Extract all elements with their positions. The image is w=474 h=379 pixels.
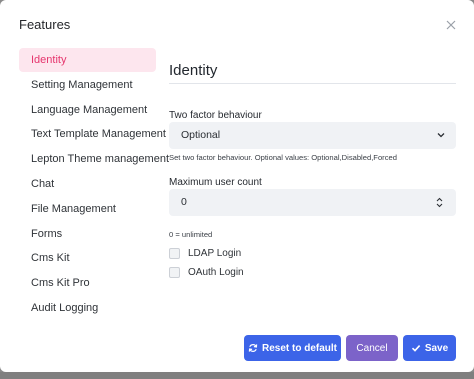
two-factor-value: Optional [181, 129, 221, 141]
close-icon [446, 20, 456, 30]
nav-item-audit-logging[interactable]: Audit Logging [19, 296, 156, 320]
nav-item-chat[interactable]: Chat [19, 172, 156, 196]
modal-title: Features [19, 17, 71, 32]
nav-item-text-template-management[interactable]: Text Template Management [19, 122, 166, 146]
nav-item-lepton-theme-management[interactable]: Lepton Theme management [19, 147, 169, 171]
reset-to-default-button[interactable]: Reset to default [244, 335, 341, 361]
section-title: Identity [169, 62, 218, 79]
max-user-count-help: 0 = unlimited [169, 230, 213, 239]
nav-item-identity[interactable]: Identity [19, 48, 156, 72]
ldap-login-checkbox[interactable] [169, 247, 180, 259]
oauth-login-label: OAuth Login [188, 266, 244, 278]
oauth-login-option[interactable]: OAuth Login [169, 265, 244, 279]
max-user-count-input[interactable]: 0 [169, 189, 456, 216]
max-user-count-value: 0 [181, 196, 187, 208]
ldap-login-option[interactable]: LDAP Login [169, 246, 241, 260]
max-user-count-label: Maximum user count [169, 177, 262, 188]
chevron-down-icon [437, 133, 445, 138]
check-icon [411, 345, 421, 352]
cancel-label: Cancel [356, 342, 388, 354]
two-factor-select[interactable]: Optional [169, 122, 456, 149]
nav-item-language-management[interactable]: Language Management [19, 98, 156, 122]
background-overlay [0, 372, 474, 379]
save-button[interactable]: Save [403, 335, 456, 361]
reset-to-default-label: Reset to default [261, 342, 337, 354]
ldap-login-label: LDAP Login [188, 247, 242, 259]
oauth-login-checkbox[interactable] [169, 266, 180, 278]
save-label: Save [424, 342, 449, 354]
nav-item-setting-management[interactable]: Setting Management [19, 73, 156, 97]
spinner-arrows-icon[interactable] [435, 196, 444, 209]
two-factor-label: Two factor behaviour [169, 110, 262, 121]
section-divider [169, 83, 456, 84]
close-button[interactable] [443, 17, 459, 33]
features-modal: Features Identity Setting Management Lan… [0, 0, 474, 372]
nav-item-forms[interactable]: Forms [19, 222, 156, 246]
cancel-button[interactable]: Cancel [346, 335, 398, 361]
refresh-icon [248, 344, 258, 352]
feature-nav: Identity Setting Management Language Man… [19, 48, 169, 321]
nav-item-cms-kit-pro[interactable]: Cms Kit Pro [19, 271, 156, 295]
nav-item-cms-kit[interactable]: Cms Kit [19, 246, 156, 270]
two-factor-help: Set two factor behaviour. Optional value… [169, 153, 397, 162]
nav-item-file-management[interactable]: File Management [19, 197, 156, 221]
